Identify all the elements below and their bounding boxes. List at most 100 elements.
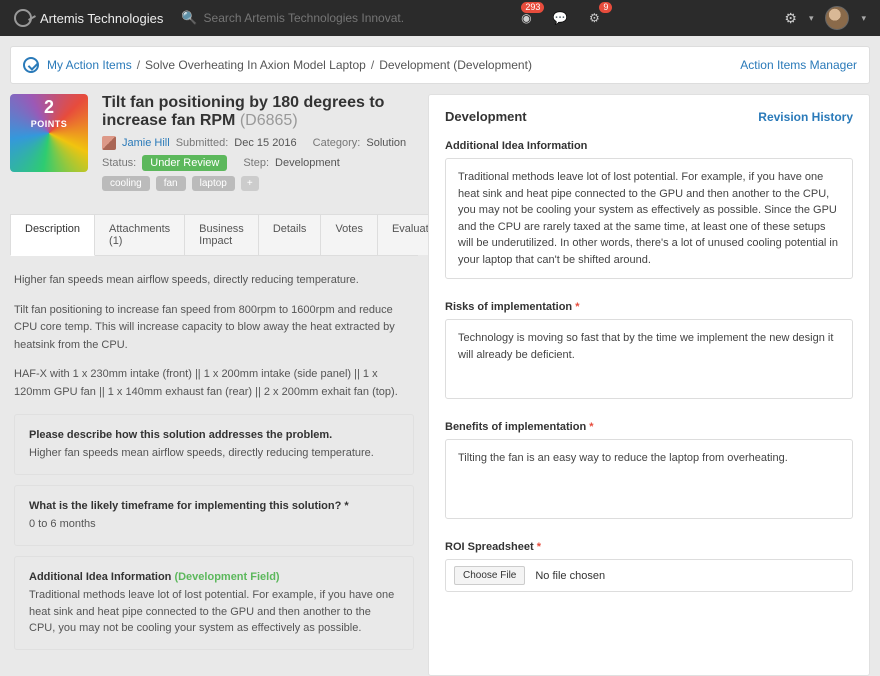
item-info: Tilt fan positioning by 180 degrees to i… [102,94,418,196]
form-section-risks: Risks of implementation * Technology is … [445,301,853,399]
qa-q3-text: Additional Idea Information [29,571,171,583]
desc-p2: Tilt fan positioning to increase fan spe… [14,302,414,355]
item-thumbnail[interactable]: 2 POINTS [10,94,88,172]
category-label: Category: [313,137,361,149]
logo-icon [14,9,32,27]
qa-answer-1: Higher fan speeds mean airflow speeds, d… [29,445,399,462]
meta-row-2: Status: Under Review Step: Development [102,155,418,171]
action-items-manager-link[interactable]: Action Items Manager [740,58,857,72]
tab-business-impact[interactable]: Business Impact [184,214,259,255]
user-avatar[interactable] [825,6,849,30]
required-asterisk-icon: * [575,301,579,313]
chat-icon: 💬 [553,11,568,25]
step-label: Step: [243,157,269,169]
brand-name: Artemis Technologies [40,11,163,26]
notification-icons: ◉ 293 💬 ⚙ 9 [516,8,604,28]
status-badge: Under Review [142,155,227,171]
left-column: 2 POINTS Tilt fan positioning by 180 deg… [10,94,428,676]
submitted-value: Dec 15 2016 [234,137,296,149]
label-roi-text: ROI Spreadsheet [445,541,534,553]
form-section-roi: ROI Spreadsheet * Choose File No file ch… [445,541,853,592]
author-name[interactable]: Jamie Hill [122,137,170,149]
settings-gear-icon[interactable]: ⚙ [784,10,797,27]
panel-head: Development Revision History [445,109,853,124]
label-risks: Risks of implementation * [445,301,853,313]
qa-box-3: Additional Idea Information (Development… [14,556,414,650]
label-benefits: Benefits of implementation * [445,421,853,433]
form-section-benefits: Benefits of implementation * Tilting the… [445,421,853,519]
qa-question-3: Additional Idea Information (Development… [29,569,399,586]
main-content: 2 POINTS Tilt fan positioning by 180 deg… [10,94,870,676]
messages-icon[interactable]: 💬 [550,8,570,28]
qa-answer-2: 0 to 6 months [29,516,399,533]
description-body: Higher fan speeds mean airflow speeds, d… [10,256,418,676]
tasks-icon[interactable]: ⚙ 9 [584,8,604,28]
desc-p1: Higher fan speeds mean airflow speeds, d… [14,272,414,290]
qa-box-2: What is the likely timeframe for impleme… [14,485,414,546]
bell-icon: ⚙ [589,11,600,25]
points-label: POINTS [31,119,68,129]
points-value: 2 [10,98,88,116]
alerts-badge: 293 [521,2,544,13]
search-icon: 🔍 [181,10,197,26]
textarea-additional-info[interactable]: Traditional methods leave lot of lost po… [445,158,853,279]
panel-title: Development [445,109,527,124]
choose-file-button[interactable]: Choose File [454,566,525,585]
user-caret-icon: ▾ [861,13,866,24]
step-value: Development [275,157,340,169]
breadcrumb-bar: My Action Items / Solve Overheating In A… [10,46,870,84]
item-code: (D6865) [240,112,298,129]
category-value: Solution [366,137,406,149]
item-header: 2 POINTS Tilt fan positioning by 180 deg… [10,94,418,196]
development-field-tag: (Development Field) [174,571,279,583]
qa-box-1: Please describe how this solution addres… [14,414,414,475]
settings-caret-icon: ▾ [809,13,814,24]
brand-logo[interactable]: Artemis Technologies [14,9,163,27]
tab-votes[interactable]: Votes [320,214,378,255]
tag-cooling[interactable]: cooling [102,176,150,191]
tag-laptop[interactable]: laptop [192,176,235,191]
tasks-badge: 9 [599,2,612,13]
qa-answer-3: Traditional methods leave lot of lost po… [29,587,399,637]
desc-p3: HAF-X with 1 x 230mm intake (front) || 1… [14,366,414,401]
author-avatar-icon [102,136,116,150]
breadcrumb-mid: Solve Overheating In Axion Model Laptop [145,58,366,72]
status-label: Status: [102,157,136,169]
textarea-risks[interactable]: Technology is moving so fast that by the… [445,319,853,399]
required-asterisk-icon: * [537,541,541,553]
item-title-row: Tilt fan positioning by 180 degrees to i… [102,94,418,130]
tags-row: cooling fan laptop + [102,176,418,191]
checkmark-circle-icon [23,57,39,73]
top-navigation-bar: Artemis Technologies 🔍 ◉ 293 💬 ⚙ 9 ⚙ ▾ ▾ [0,0,880,36]
breadcrumb-root[interactable]: My Action Items [47,58,132,72]
revision-history-link[interactable]: Revision History [758,110,853,124]
label-additional-info: Additional Idea Information [445,140,853,152]
tab-details[interactable]: Details [258,214,322,255]
search-input[interactable] [204,11,404,25]
form-section-additional-info: Additional Idea Information Traditional … [445,140,853,279]
textarea-benefits[interactable]: Tilting the fan is an easy way to reduce… [445,439,853,519]
meta-row-1: Jamie Hill Submitted: Dec 15 2016 Catego… [102,136,418,150]
alerts-icon[interactable]: ◉ 293 [516,8,536,28]
points-overlay: 2 POINTS [10,94,88,134]
label-benefits-text: Benefits of implementation [445,421,586,433]
breadcrumb-sep: / [371,58,374,72]
breadcrumb-sep: / [137,58,140,72]
required-asterisk-icon: * [589,421,593,433]
breadcrumb-leaf: Development (Development) [379,58,532,72]
user-cluster: ⚙ ▾ ▾ [784,6,866,30]
tag-fan[interactable]: fan [156,176,186,191]
qa-question-2: What is the likely timeframe for impleme… [29,498,399,515]
tab-description[interactable]: Description [10,214,95,256]
qa-question-1: Please describe how this solution addres… [29,427,399,444]
add-tag-button[interactable]: + [241,176,259,191]
submitted-label: Submitted: [176,137,229,149]
file-input-row: Choose File No file chosen [445,559,853,592]
lifesaver-icon: ◉ [521,11,531,25]
search-wrap: 🔍 [181,10,403,26]
tab-bar: Description Attachments (1) Business Imp… [10,214,418,256]
label-risks-text: Risks of implementation [445,301,572,313]
label-roi: ROI Spreadsheet * [445,541,853,553]
tab-attachments[interactable]: Attachments (1) [94,214,185,255]
no-file-text: No file chosen [535,570,605,582]
